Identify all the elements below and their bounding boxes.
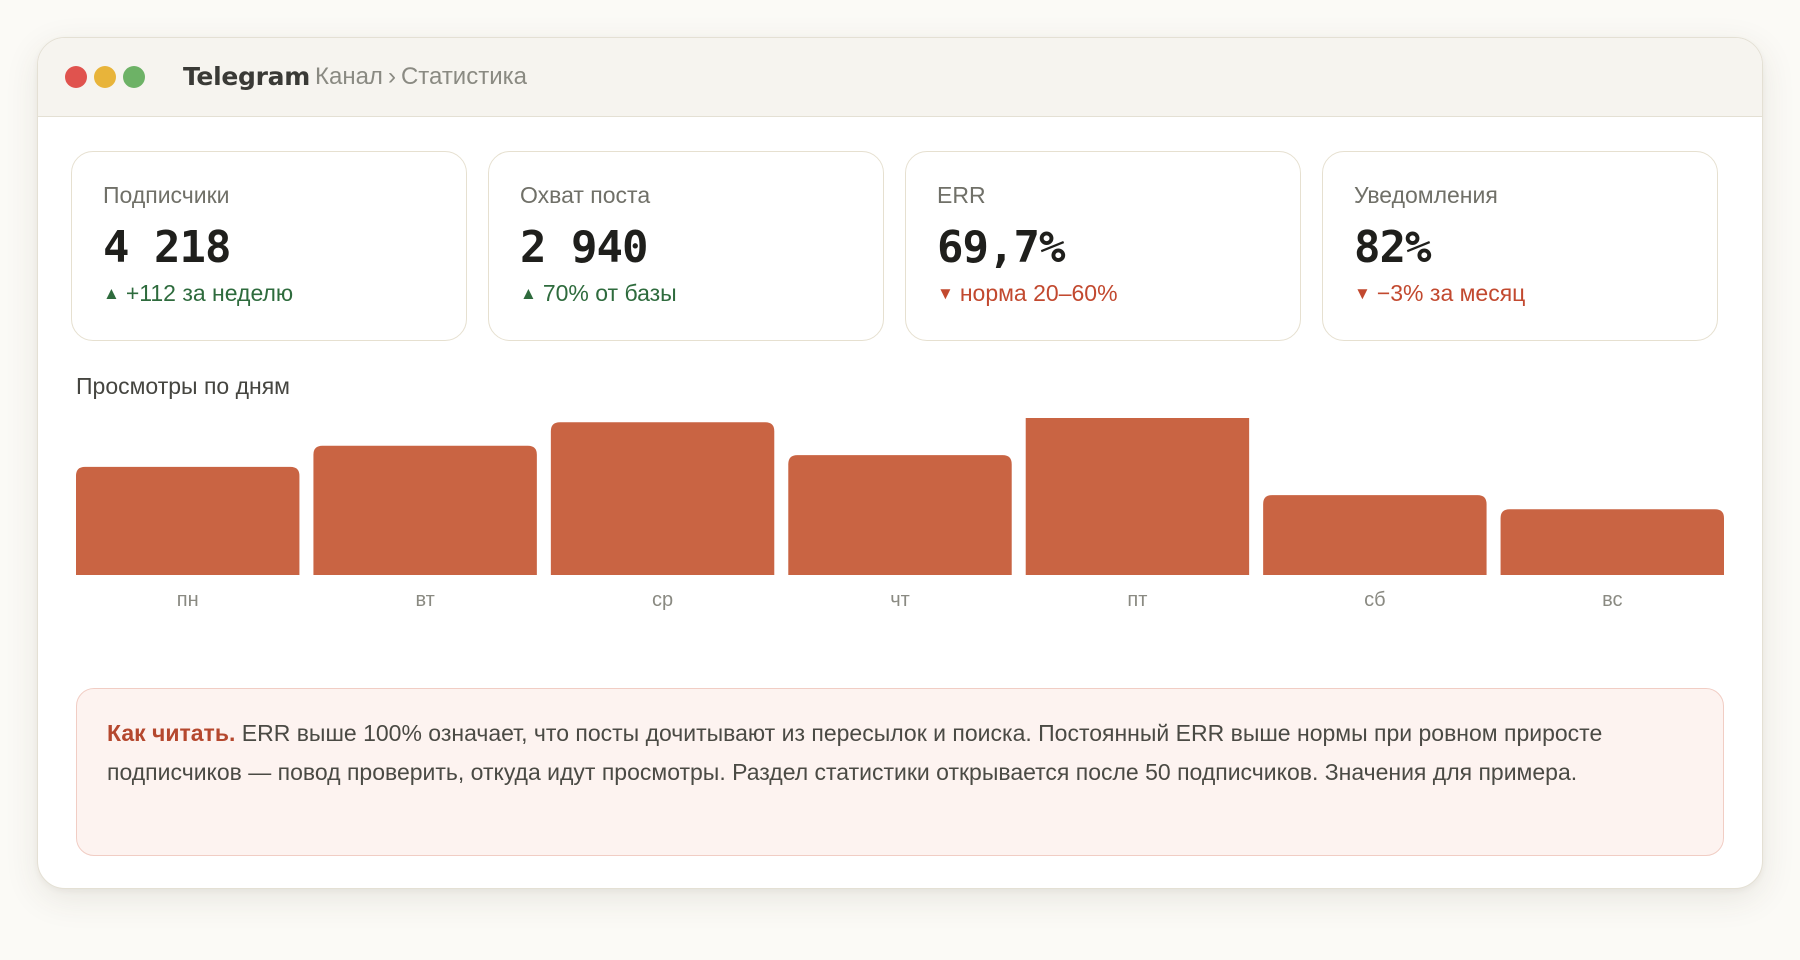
trend-up-icon: ▲ [103,284,120,303]
chart-bar-вс [1500,509,1724,575]
stat-card-notifications: Уведомления 82% ▼ −3% за месяц [1322,151,1718,341]
breadcrumb-separator: › [387,63,396,90]
trend-down-icon: ▼ [1354,284,1371,303]
zoom-window-button[interactable] [123,66,145,88]
chart-x-tick-label: пн [177,589,199,611]
chart-x-tick-label: пт [1127,589,1147,611]
stat-delta-text: норма 20–60% [959,280,1118,306]
stat-delta-text: +112 за неделю [125,280,294,306]
breadcrumb-item-statistics: Статистика [400,63,527,90]
stat-label: ERR [937,182,986,208]
minimize-window-button[interactable] [94,66,116,88]
chart-x-tick-label: ср [652,589,673,611]
help-note-title: Как читать. [107,720,236,746]
stat-delta: ▼ норма 20–60% [937,280,1118,307]
stat-card-err: ERR 69,7% ▼ норма 20–60% [905,151,1301,341]
stat-label: Охват поста [520,182,651,208]
stat-value: 2 940 [520,222,648,273]
stat-card-subscribers: Подписчики 4 218 ▲ +112 за неделю [71,151,467,341]
chart-x-tick-label: сб [1364,589,1385,611]
stat-value: 4 218 [103,222,231,273]
stat-delta: ▲ 70% от базы [520,280,677,307]
title-bar: Telegram Канал › Статистика [38,38,1762,117]
stat-card-post-reach: Охват поста 2 940 ▲ 70% от базы [488,151,884,341]
chart-bar-сб [1263,495,1487,575]
breadcrumb: Канал › Статистика [315,63,527,91]
help-note: Как читать. ERR выше 100% означает, что … [76,688,1724,856]
stat-label: Подписчики [103,182,230,208]
chart-bar-пт [1025,418,1250,575]
breadcrumb-item-channel[interactable]: Канал [315,63,383,90]
chart-title: Просмотры по дням [76,373,290,399]
app-window: Telegram Канал › Статистика Подписчики 4 2… [37,37,1763,889]
views-bar-chart: пн вт ср чт пт сб вс [76,418,1724,611]
chart-x-tick-label: вт [415,589,434,611]
chart-x-tick-label: вс [1602,589,1622,611]
stat-delta-text: 70% от базы [542,280,677,306]
help-note-text: ERR выше 100% означает, что посты дочиты… [107,720,1603,785]
stat-delta: ▼ −3% за месяц [1354,280,1525,307]
chart-bar-ср [550,422,775,575]
chart-bar-вт [313,445,537,575]
stat-value: 82% [1354,222,1431,273]
trend-up-icon: ▲ [520,284,537,303]
chart-x-tick-label: чт [890,589,910,611]
stat-label: Уведомления [1354,182,1498,208]
close-window-button[interactable] [65,66,87,88]
stat-delta: ▲ +112 за неделю [103,280,293,307]
stat-delta-text: −3% за месяц [1376,280,1526,306]
app-title: Telegram [183,62,310,91]
trend-down-icon: ▼ [937,284,954,303]
stat-value: 69,7% [937,222,1065,273]
chart-bar-чт [788,455,1012,575]
chart-bar-пн [76,466,300,575]
